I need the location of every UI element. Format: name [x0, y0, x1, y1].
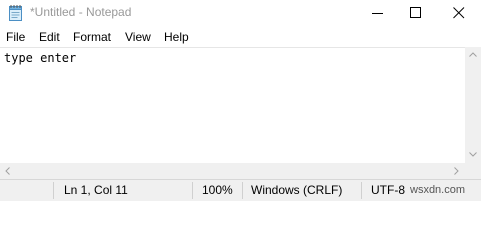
- scroll-up-icon[interactable]: [469, 52, 477, 57]
- close-icon: [453, 7, 465, 19]
- menu-format[interactable]: Format: [73, 30, 111, 44]
- maximize-button[interactable]: [397, 0, 435, 27]
- notepad-icon: [8, 4, 24, 22]
- menu-bar: File Edit Format View Help: [0, 27, 481, 47]
- menu-help[interactable]: Help: [164, 30, 189, 44]
- scrollbar-corner: [465, 163, 481, 179]
- status-separator: [192, 182, 193, 199]
- cursor-position: Ln 1, Col 11: [64, 183, 128, 197]
- status-separator: [242, 182, 243, 199]
- scroll-left-icon[interactable]: [5, 167, 10, 175]
- line-ending: Windows (CRLF): [251, 183, 343, 197]
- menu-edit[interactable]: Edit: [39, 30, 60, 44]
- status-separator: [53, 182, 54, 199]
- vertical-scrollbar[interactable]: [465, 47, 481, 164]
- notepad-window: *Untitled - Notepad File Edit Format Vie…: [0, 0, 481, 201]
- scroll-right-icon[interactable]: [454, 167, 459, 175]
- menu-file[interactable]: File: [6, 30, 25, 44]
- zoom-level: 100%: [202, 183, 233, 197]
- minimize-button[interactable]: [359, 0, 397, 27]
- watermark-text: wsxdn.com: [410, 184, 466, 196]
- status-bar: Ln 1, Col 11 100% Windows (CRLF) UTF-8 w…: [0, 179, 481, 201]
- horizontal-scrollbar[interactable]: [0, 163, 465, 179]
- status-separator: [361, 182, 362, 199]
- scroll-down-icon[interactable]: [469, 152, 477, 157]
- encoding: UTF-8: [371, 183, 405, 197]
- menu-view[interactable]: View: [125, 30, 151, 44]
- text-editor[interactable]: type enter: [0, 47, 465, 164]
- close-button[interactable]: [437, 0, 481, 27]
- window-title: *Untitled - Notepad: [30, 5, 132, 19]
- maximize-icon: [410, 7, 421, 18]
- editor-content: type enter: [4, 51, 77, 65]
- minimize-icon: [372, 13, 383, 14]
- title-bar[interactable]: *Untitled - Notepad: [0, 0, 481, 27]
